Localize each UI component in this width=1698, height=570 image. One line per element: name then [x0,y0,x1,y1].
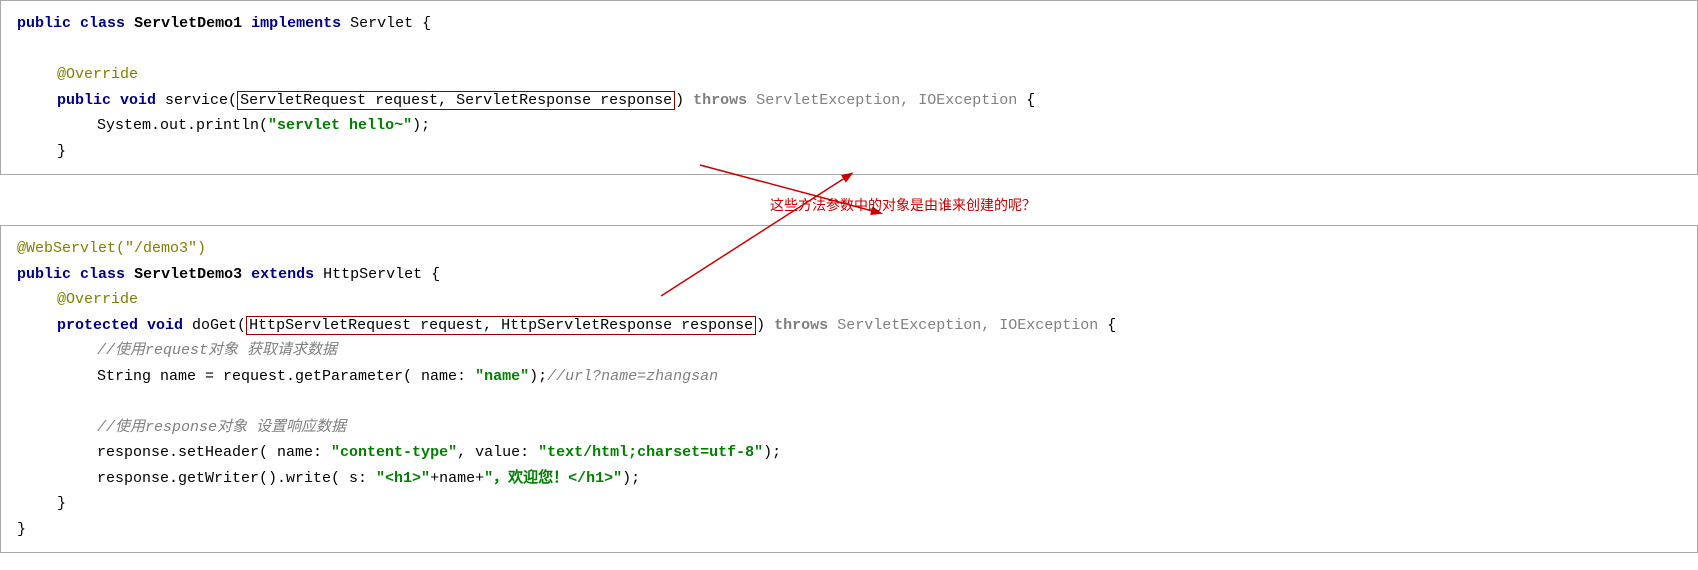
line-getwriter: response.getWriter().write( s: "<h1>"+na… [17,466,1681,492]
line-class2-decl: public class ServletDemo3 extends HttpSe… [17,262,1681,288]
line-close1: } [17,139,1681,165]
line-comment-response: //使用response对象 设置响应数据 [17,415,1681,441]
line-blank1 [17,37,1681,63]
line-webservlet: @WebServlet("/demo3") [17,236,1681,262]
chinese-annotation: 这些方法参数中的对象是由谁来创建的呢？ [770,195,1036,215]
line-getparam: String name = request.getParameter( name… [17,364,1681,390]
line-close3: } [17,517,1681,543]
line-close2: } [17,491,1681,517]
line-println: System.out.println("servlet hello~"); [17,113,1681,139]
line-doget-method: protected void doGet(HttpServletRequest … [17,313,1681,339]
bottom-code-panel: @WebServlet("/demo3") public class Servl… [0,225,1698,553]
line-setheader: response.setHeader( name: "content-type"… [17,440,1681,466]
line-blank2 [17,389,1681,415]
arrow-area: 这些方法参数中的对象是由谁来创建的呢？ [0,175,1698,225]
line-comment-request: //使用request对象 获取请求数据 [17,338,1681,364]
top-code-panel: public class ServletDemo1 implements Ser… [0,0,1698,175]
code-wrapper: public class ServletDemo1 implements Ser… [0,0,1698,553]
line-override2: @Override [17,287,1681,313]
line-service-method: public void service(ServletRequest reque… [17,88,1681,114]
line-override1: @Override [17,62,1681,88]
line-class-decl: public class ServletDemo1 implements Ser… [17,11,1681,37]
